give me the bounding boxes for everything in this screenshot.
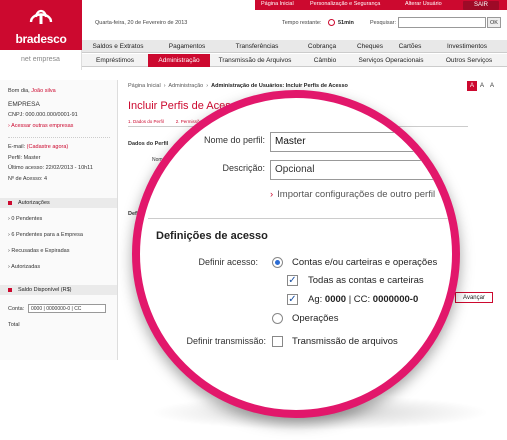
- date-text: Quarta-feira, 20 de Fevereiro de 2013: [95, 20, 188, 26]
- font-size-controls: AAA: [467, 81, 497, 91]
- define-access-label: Definir acesso:: [198, 257, 258, 267]
- define-transmission-label: Definir transmissão:: [186, 336, 266, 346]
- menu-loans[interactable]: Empréstimos: [82, 54, 148, 67]
- menu-transfers[interactable]: Transferências: [220, 40, 294, 53]
- sidebar: Bom dia, João silva EMPRESA CNPJ: 000.00…: [0, 80, 118, 360]
- top-links-bar: Página Inicial Personalização e Seguranç…: [255, 0, 507, 10]
- profile-name-label: Nome do perfil:: [203, 135, 265, 145]
- menu-payments[interactable]: Pagamentos: [154, 40, 220, 53]
- description-input[interactable]: Opcional: [270, 160, 452, 180]
- total-label: Total: [8, 322, 20, 328]
- font-medium-button[interactable]: A: [477, 81, 487, 91]
- crumb-admin[interactable]: Administração: [168, 83, 203, 89]
- greeting: Bom dia, João silva: [8, 88, 56, 94]
- menu-checks[interactable]: Cheques: [350, 40, 390, 53]
- profile-text: Perfil: Master: [8, 155, 41, 161]
- menu-balances[interactable]: Saldos e Extratos: [82, 40, 154, 53]
- link-personalization[interactable]: Personalização e Segurança: [310, 1, 380, 7]
- transmission-checkbox[interactable]: [272, 336, 283, 347]
- primary-menu: Saldos e Extratos Pagamentos Transferênc…: [82, 40, 507, 53]
- authorizations-header[interactable]: Autorizações: [0, 198, 117, 208]
- auth-item[interactable]: › 6 Pendentes para a Empresa: [8, 232, 83, 238]
- advance-button[interactable]: Avançar: [455, 292, 493, 303]
- menu-cards[interactable]: Cartões: [390, 40, 430, 53]
- menu-file-transmission[interactable]: Transmissão de Arquivos: [210, 54, 300, 67]
- divider: [8, 137, 110, 138]
- secondary-menu: Empréstimos Administração Transmissão de…: [82, 54, 507, 67]
- breadcrumb: Página Inicial › Administração › Adminis…: [128, 83, 348, 89]
- access-definitions-title: Definições de acesso: [156, 230, 268, 242]
- operations-option-label: Operações: [292, 313, 339, 324]
- last-access-text: Último acesso: 22/02/2013 - 10h11: [8, 165, 93, 171]
- font-large-button[interactable]: A: [487, 81, 497, 91]
- all-accounts-checkbox[interactable]: ✓: [287, 275, 298, 286]
- collapse-icon: [8, 201, 12, 205]
- logout-button[interactable]: SAIR: [463, 1, 499, 10]
- magnifier-lens: Nome do perfil: Master Descrição: Opcion…: [132, 90, 460, 418]
- agency-account-checkbox[interactable]: ✓: [287, 294, 298, 305]
- brand-sub: net empresa: [0, 50, 82, 70]
- menu-administration[interactable]: Administração: [148, 54, 210, 67]
- bradesco-tree-icon: [29, 9, 53, 24]
- link-home[interactable]: Página Inicial: [261, 1, 294, 7]
- auth-item[interactable]: › Recusadas e Expiradas: [8, 248, 69, 254]
- link-change-user[interactable]: Alterar Usuário: [405, 1, 442, 7]
- accounts-radio[interactable]: [272, 257, 283, 268]
- description-label: Descrição:: [222, 163, 265, 173]
- menu-investments[interactable]: Investimentos: [430, 40, 504, 53]
- profile-name-input[interactable]: Master: [270, 132, 452, 152]
- brand-logo[interactable]: bradesco: [0, 0, 82, 50]
- account-select[interactable]: 0000 | 0000000-0 | CC: [28, 304, 106, 313]
- menu-exchange[interactable]: Câmbio: [300, 54, 350, 67]
- account-label: Conta:: [8, 306, 25, 312]
- menu-billing[interactable]: Cobrança: [294, 40, 350, 53]
- email-line: E-mail: (Cadastre agora): [8, 144, 69, 150]
- access-count-text: Nº de Acesso: 4: [8, 176, 48, 182]
- other-companies-link[interactable]: › Acessar outras empresas: [8, 123, 73, 129]
- auth-item[interactable]: › Autorizadas: [8, 264, 40, 270]
- timer-value: 51min: [338, 20, 354, 26]
- import-config-link[interactable]: › Importar configurações de outro perfil: [270, 189, 435, 200]
- brand-name: bradesco: [15, 32, 67, 46]
- search-input[interactable]: [398, 17, 486, 28]
- cnpj: CNPJ: 000.000.000/0001-91: [8, 112, 78, 118]
- search-label: Pesquisar:: [370, 20, 396, 26]
- crumb-home[interactable]: Página Inicial: [128, 83, 161, 89]
- auth-item[interactable]: › 0 Pendentes: [8, 216, 42, 222]
- menu-operational-services[interactable]: Serviços Operacionais: [350, 54, 432, 67]
- crumb-current: Administração de Usuários: Incluir Perfi…: [211, 83, 348, 89]
- divider: [148, 218, 452, 219]
- all-accounts-label: Todas as contas e carteiras: [308, 275, 424, 286]
- email-register-link[interactable]: (Cadastre agora): [27, 144, 69, 150]
- chevron-right-icon: ›: [270, 189, 274, 200]
- accounts-option-label: Contas e/ou carteiras e operações: [292, 257, 438, 268]
- agency-account-label: Ag: 0000 | CC: 0000000-0: [308, 294, 419, 305]
- company-label: EMPRESA: [8, 101, 40, 108]
- collapse-icon: [8, 288, 12, 292]
- user-name[interactable]: João silva: [31, 88, 55, 94]
- magnified-form: Nome do perfil: Master Descrição: Opcion…: [140, 98, 452, 410]
- transmission-option-label: Transmissão de arquivos: [292, 336, 398, 347]
- menu-other-services[interactable]: Outros Serviços: [432, 54, 506, 67]
- font-normal-button[interactable]: A: [467, 81, 477, 91]
- balance-header[interactable]: Saldo Disponível (R$): [0, 285, 117, 295]
- operations-radio[interactable]: [272, 313, 283, 324]
- clock-icon: [328, 19, 335, 26]
- search-ok-button[interactable]: OK: [487, 17, 501, 28]
- timer-label: Tempo restante:: [282, 20, 322, 26]
